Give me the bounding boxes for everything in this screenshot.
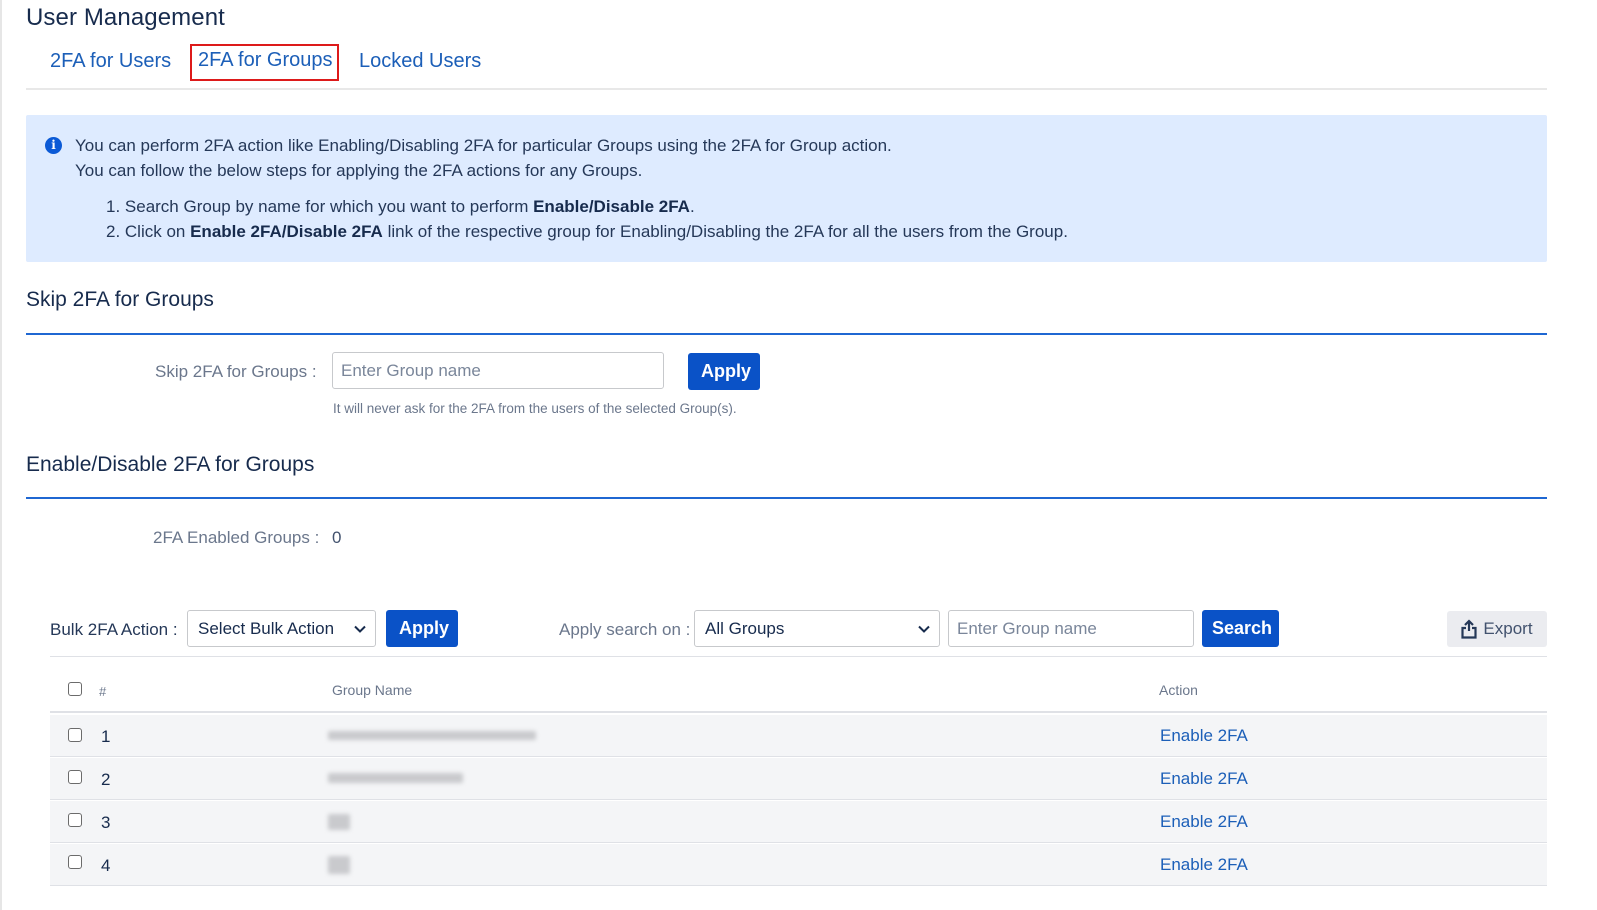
tab-2fa-for-groups[interactable]: 2FA for Groups <box>190 44 339 81</box>
row-checkbox[interactable] <box>68 813 82 827</box>
export-label: Export <box>1483 619 1533 638</box>
row-number: 2 <box>101 770 111 789</box>
table-row: 2 Enable 2FA <box>50 758 1547 800</box>
tab-locked-users[interactable]: Locked Users <box>353 46 487 77</box>
group-name-redacted <box>328 856 350 874</box>
table-row: 3 Enable 2FA <box>50 801 1547 843</box>
skip-help-text: It will never ask for the 2FA from the u… <box>333 401 737 416</box>
row-number: 3 <box>101 813 111 832</box>
column-header-number: # <box>99 684 107 699</box>
select-all-checkbox[interactable] <box>68 682 82 696</box>
enabled-groups-label: 2FA Enabled Groups : <box>153 528 320 547</box>
enable-section-divider <box>26 497 1547 499</box>
row-number: 1 <box>101 727 111 746</box>
table-row: 4 Enable 2FA <box>50 844 1547 886</box>
info-panel: i You can perform 2FA action like Enabli… <box>26 115 1547 262</box>
chevron-down-icon <box>354 625 366 633</box>
info-step-2-text: 2. Click on <box>106 222 191 241</box>
row-checkbox[interactable] <box>68 770 82 784</box>
info-step-1-bold: Enable/Disable 2FA <box>533 197 690 216</box>
search-scope-select[interactable]: All Groups <box>694 610 940 647</box>
export-icon <box>1461 619 1478 639</box>
skip-2fa-label: Skip 2FA for Groups : <box>155 362 317 381</box>
row-checkbox[interactable] <box>68 728 82 742</box>
row-checkbox[interactable] <box>68 855 82 869</box>
group-name-redacted <box>328 814 350 830</box>
info-text-line-2: You can follow the below steps for apply… <box>75 161 643 180</box>
page-title: User Management <box>26 4 225 31</box>
bulk-apply-button[interactable]: Apply <box>386 610 458 647</box>
enabled-groups-count: 0 <box>332 528 342 547</box>
info-step-2: 2. Click on Enable 2FA/Disable 2FA link … <box>106 222 1068 242</box>
table-header: # Group Name Action <box>50 670 1547 713</box>
search-scope-select-value: All Groups <box>705 618 785 638</box>
column-header-group-name[interactable]: Group Name <box>332 682 412 698</box>
info-icon: i <box>45 137 62 154</box>
bulk-action-select-value: Select Bulk Action <box>198 618 335 638</box>
chevron-down-icon <box>918 625 930 633</box>
skip-section-divider <box>26 333 1547 335</box>
skip-group-name-input[interactable] <box>332 352 664 389</box>
enable-2fa-link[interactable]: Enable 2FA <box>1160 769 1248 789</box>
column-header-action: Action <box>1159 682 1198 698</box>
info-step-1-suffix: . <box>689 197 695 216</box>
bulk-action-label: Bulk 2FA Action : <box>50 620 178 639</box>
enable-2fa-link[interactable]: Enable 2FA <box>1160 726 1248 746</box>
tab-2fa-for-users[interactable]: 2FA for Users <box>44 46 177 77</box>
info-step-2-suffix: link of the respective group for Enablin… <box>382 222 1068 241</box>
group-search-input[interactable] <box>948 610 1194 647</box>
row-number: 4 <box>101 856 111 875</box>
group-name-redacted <box>328 731 536 740</box>
search-button[interactable]: Search <box>1202 610 1279 647</box>
info-step-1-text: 1. Search Group by name for which you wa… <box>106 197 534 216</box>
table-top-divider <box>50 656 1547 657</box>
tab-bar: 2FA for Users 2FA for Groups Locked User… <box>26 42 1547 90</box>
info-step-1: 1. Search Group by name for which you wa… <box>106 197 695 217</box>
skip-apply-button[interactable]: Apply <box>688 353 760 390</box>
info-step-2-bold: Enable 2FA/Disable 2FA <box>190 222 383 241</box>
skip-2fa-section-title: Skip 2FA for Groups <box>26 288 214 311</box>
page-left-border <box>0 0 2 910</box>
export-button[interactable]: Export <box>1447 611 1547 647</box>
group-name-redacted <box>328 773 463 783</box>
bulk-action-select[interactable]: Select Bulk Action <box>187 610 376 647</box>
enable-2fa-link[interactable]: Enable 2FA <box>1160 855 1248 875</box>
enable-disable-section-title: Enable/Disable 2FA for Groups <box>26 453 315 476</box>
enable-2fa-link[interactable]: Enable 2FA <box>1160 812 1248 832</box>
search-on-label: Apply search on : <box>559 620 691 639</box>
info-text-line-1: You can perform 2FA action like Enabling… <box>75 136 892 155</box>
table-row: 1 Enable 2FA <box>50 715 1547 757</box>
